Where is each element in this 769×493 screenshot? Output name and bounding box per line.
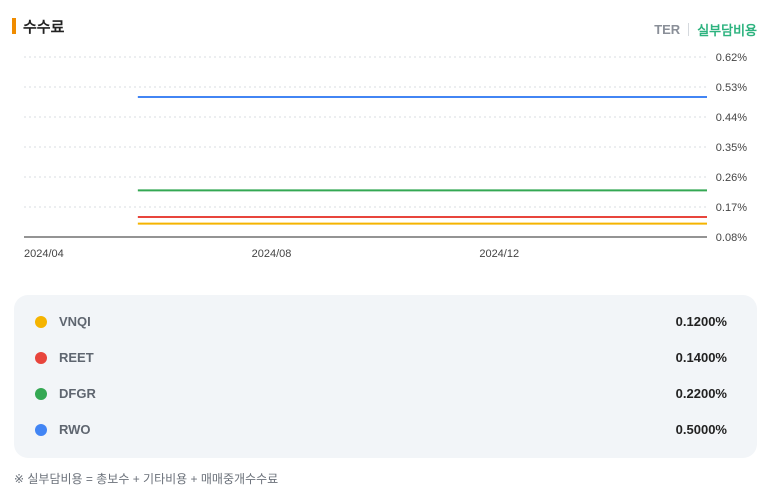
legend-row: REET 0.1400% <box>14 348 757 368</box>
legend-name: REET <box>59 350 94 365</box>
legend-value: 0.1400% <box>675 350 727 365</box>
legend-value: 0.1200% <box>675 314 727 329</box>
x-tick-label: 2024/08 <box>252 248 292 260</box>
legend-name: VNQI <box>59 314 91 329</box>
legend-dot <box>35 388 47 400</box>
footnote: ※ 실부담비용 = 총보수 + 기타비용 + 매매중개수수료 <box>14 472 279 486</box>
y-tick-label: 0.35% <box>716 142 747 154</box>
section-header: 수수료 TER 실부담비용 <box>12 14 757 40</box>
legend-name: RWO <box>59 422 91 437</box>
y-tick-label: 0.53% <box>716 82 747 94</box>
y-tick-label: 0.17% <box>716 202 747 214</box>
legend-panel: VNQI 0.1200% REET 0.1400% DFGR 0.2200% R… <box>14 295 757 458</box>
legend-name: DFGR <box>59 386 96 401</box>
x-tick-label: 2024/12 <box>479 248 519 260</box>
y-tick-label: 0.08% <box>716 232 747 244</box>
x-tick-label: 2024/04 <box>24 248 64 260</box>
fee-type-toggle: TER 실부담비용 <box>654 20 757 39</box>
y-tick-label: 0.26% <box>716 172 747 184</box>
tab-ter[interactable]: TER <box>654 22 680 37</box>
legend-row: DFGR 0.2200% <box>14 384 757 404</box>
fee-line-chart: 0.62% 0.53% 0.44% 0.35% 0.26% 0.17% 0.08% 2024/… <box>24 52 747 260</box>
title-accent-bar <box>12 18 16 34</box>
legend-dot <box>35 424 47 436</box>
legend-row: VNQI 0.1200% <box>14 312 757 332</box>
legend-value: 0.5000% <box>675 422 727 437</box>
legend-row: RWO 0.5000% <box>14 420 757 440</box>
tab-real-cost[interactable]: 실부담비용 <box>697 20 757 39</box>
section-title: 수수료 <box>23 19 65 36</box>
y-tick-label: 0.44% <box>716 112 747 124</box>
y-tick-label: 0.62% <box>716 52 747 64</box>
legend-dot <box>35 316 47 328</box>
legend-dot <box>35 352 47 364</box>
legend-value: 0.2200% <box>675 386 727 401</box>
toggle-divider <box>688 23 690 36</box>
